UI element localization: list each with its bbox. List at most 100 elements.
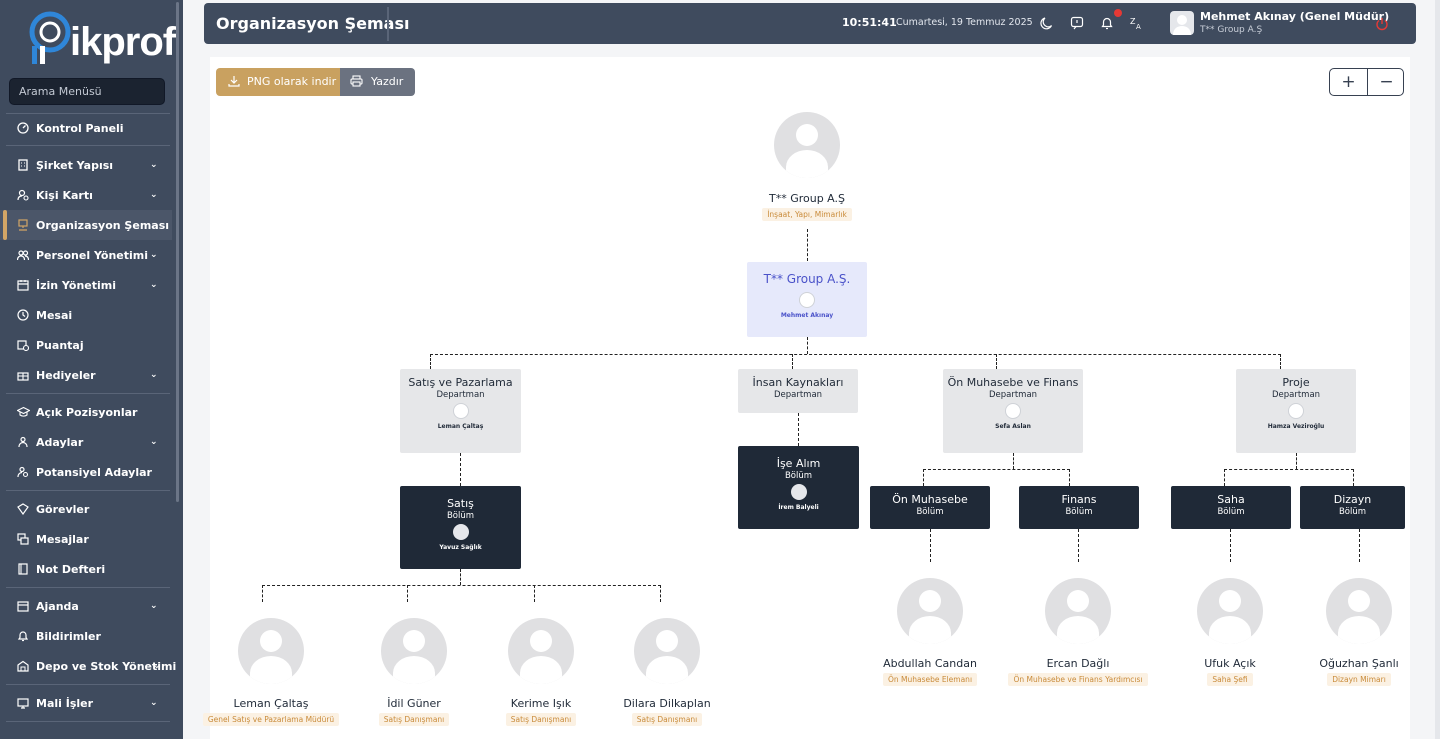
person-name: Abdullah Candan (883, 657, 977, 670)
topbar-divider (387, 7, 389, 41)
sidebar-item-personel-yonetimi[interactable]: Personel Yönetimi ⌄ (0, 240, 172, 270)
card-person: Yavuz Sağlık (439, 544, 482, 551)
sidebar-item-kontrol-paneli[interactable]: Kontrol Paneli (0, 113, 172, 143)
connector-line (792, 354, 793, 369)
person-name: Dilara Dilkaplan (623, 697, 711, 710)
department-card[interactable]: Satış ve Pazarlama Departman Leman Çalta… (400, 369, 521, 453)
connector-line (1224, 469, 1225, 486)
department-card[interactable]: İnsan Kaynakları Departman (738, 369, 858, 413)
avatar (452, 524, 469, 540)
department-card[interactable]: Ön Muhasebe ve Finans Departman Sefa Asl… (943, 369, 1083, 453)
person-avatar (1197, 578, 1263, 644)
person-name: Oğuzhan Şanlı (1319, 657, 1399, 670)
page-scrollbar[interactable] (1435, 0, 1440, 739)
chevron-down-icon: ⌄ (150, 698, 158, 708)
connector-line (1359, 529, 1360, 562)
card-type: Departman (988, 390, 1038, 400)
clock: 10:51:41 (842, 16, 897, 29)
sidebar-item-izin-yonetimi[interactable]: İzin Yönetimi ⌄ (0, 270, 172, 300)
bell-icon[interactable] (1100, 15, 1116, 31)
user-name[interactable]: Mehmet Akınay (Genel Müdür) (1200, 10, 1389, 23)
unit-card[interactable]: Saha Bölüm (1171, 486, 1291, 529)
person-node[interactable]: Ercan Dağlı Ön Muhasebe ve Finans Yardım… (1003, 578, 1153, 686)
sidebar-item-ajanda[interactable]: Ajanda ⌄ (0, 591, 172, 621)
sidebar-scrollbar[interactable] (176, 2, 179, 502)
root-org-card[interactable]: T** Group A.Ş. Mehmet Akınay (747, 262, 867, 337)
person-avatar (897, 578, 963, 644)
menu-search-input[interactable]: Arama Menüsü (9, 78, 165, 105)
chevron-down-icon: ⌄ (150, 250, 158, 260)
company-sector: İnşaat, Yapı, Mimarlık (762, 208, 852, 221)
sidebar-item-label: Personel Yönetimi (36, 248, 149, 262)
card-title: Proje (1282, 376, 1310, 389)
person-node[interactable]: Ufuk Açık Saha Şefi (1155, 578, 1305, 686)
sidebar-item-puantaj[interactable]: Puantaj (0, 330, 172, 360)
sidebar-item-label: Ajanda (36, 599, 79, 613)
sidebar-item-mali-isler[interactable]: Mali İşler ⌄ (0, 688, 172, 718)
card-title: Satış ve Pazarlama (408, 376, 513, 389)
person-avatar (1045, 578, 1111, 644)
person-node[interactable]: Oğuzhan Şanlı Dizayn Mimarı (1284, 578, 1434, 686)
person-name: Kerime Işık (510, 697, 572, 710)
sidebar-item-potansiyel-adaylar[interactable]: Potansiyel Adaylar (0, 457, 172, 487)
connector-line (1078, 529, 1079, 562)
chevron-down-icon: ⌄ (150, 370, 158, 380)
person-avatar (238, 618, 304, 684)
sidebar-item-organizasyon-semasi[interactable]: Organizasyon Şeması (0, 210, 172, 240)
sidebar-item-not-defteri[interactable]: Not Defteri (0, 554, 172, 584)
department-card[interactable]: Proje Departman Hamza Veziroğlu (1236, 369, 1356, 453)
avatar[interactable] (1170, 11, 1194, 35)
power-icon[interactable] (1375, 16, 1391, 32)
translate-icon[interactable]: ZA (1130, 15, 1146, 31)
card-type: Bölüm (1217, 507, 1245, 517)
sidebar-item-adaylar[interactable]: Adaylar ⌄ (0, 427, 172, 457)
sidebar-item-label: Açık Pozisyonlar (36, 405, 138, 419)
card-title: Satış (447, 497, 474, 510)
messages-icon (16, 532, 30, 546)
sidebar-item-label: Adaylar (36, 435, 84, 449)
connector-line (1280, 354, 1281, 369)
avatar (790, 484, 807, 500)
card-title: Dizayn (1333, 493, 1372, 506)
company-node[interactable]: T** Group A.Ş İnşaat, Yapı, Mimarlık (732, 112, 882, 221)
sidebar-item-mesajlar[interactable]: Mesajlar (0, 524, 172, 554)
warehouse-icon (16, 659, 30, 673)
sidebar-item-label: Mesai (36, 308, 73, 322)
sidebar-item-hediyeler[interactable]: Hediyeler ⌄ (0, 360, 172, 390)
card-title: T** Group A.Ş. (763, 272, 851, 286)
person-avatar (381, 618, 447, 684)
logo[interactable]: ikprof (28, 10, 176, 68)
sidebar-item-bildirimler[interactable]: Bildirimler (0, 621, 172, 651)
page-title: Organizasyon Şeması (216, 14, 410, 33)
card-type: Bölüm (784, 471, 813, 481)
card-title: İnsan Kaynakları (752, 376, 844, 389)
unit-card[interactable]: Finans Bölüm (1019, 486, 1139, 529)
person-node[interactable]: Dilara Dilkaplan Satış Danışmanı (592, 618, 742, 726)
sidebar-item-gorevler[interactable]: Görevler (0, 494, 172, 524)
unit-card[interactable]: Ön Muhasebe Bölüm (870, 486, 990, 529)
unit-card[interactable]: Satış Bölüm Yavuz Sağlık (400, 486, 521, 569)
sidebar-item-sirket-yapisi[interactable]: Şirket Yapısı ⌄ (0, 150, 172, 180)
sidebar-divider (6, 721, 170, 722)
sidebar-item-acik-pozisyonlar[interactable]: Açık Pozisyonlar (0, 397, 172, 427)
chat-icon[interactable] (1070, 15, 1086, 31)
sidebar-item-mesai[interactable]: Mesai (0, 300, 172, 330)
sidebar-item-depo-ve-stok[interactable]: Depo ve Stok Yönetimi ⌄ (0, 651, 176, 681)
card-type: Departman (773, 390, 823, 400)
person-node[interactable]: Abdullah Candan Ön Muhasebe Elemanı (855, 578, 1005, 686)
card-type: Bölüm (446, 511, 475, 521)
connector-line (1230, 529, 1231, 562)
unit-card[interactable]: Dizayn Bölüm (1300, 486, 1405, 529)
sidebar-item-label: Puantaj (36, 338, 84, 352)
connector-line (660, 585, 661, 602)
graduation-cap-icon (16, 405, 30, 419)
topbar: Organizasyon Şeması 10:51:41 Cumartesi, … (204, 3, 1416, 44)
calendar-icon (16, 278, 30, 292)
chevron-down-icon: ⌄ (150, 280, 158, 290)
person-node[interactable]: Leman Çaltaş Genel Satış ve Pazarlama Mü… (196, 618, 346, 726)
connector-line (460, 453, 461, 486)
unit-card[interactable]: İşe Alım Bölüm İrem Balyeli (738, 446, 859, 529)
connector-line (1069, 469, 1070, 486)
moon-icon[interactable] (1040, 15, 1056, 31)
sidebar-item-kisi-karti[interactable]: Kişi Kartı ⌄ (0, 180, 172, 210)
